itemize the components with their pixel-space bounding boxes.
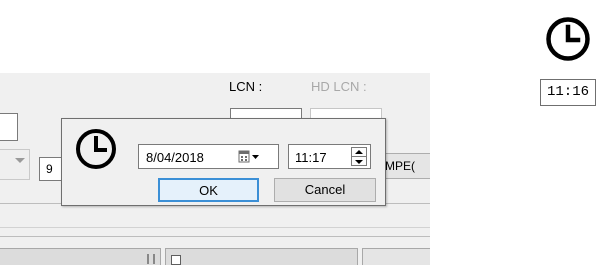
checkbox[interactable]: [171, 255, 181, 265]
sample-time-field[interactable]: 11:16: [540, 79, 596, 106]
date-value: 8/04/2018: [146, 150, 204, 165]
background-field-value: 9: [46, 162, 53, 176]
cancel-button[interactable]: Cancel: [274, 178, 376, 202]
spin-down-button[interactable]: [352, 157, 366, 166]
background-cell[interactable]: [362, 248, 430, 265]
time-value: 11:17: [295, 150, 327, 165]
background-field-partial[interactable]: 9: [39, 157, 63, 181]
spin-up-button[interactable]: [352, 148, 366, 157]
background-input-left[interactable]: [0, 113, 18, 141]
time-spinner[interactable]: 11:17: [288, 144, 371, 169]
ok-button[interactable]: OK: [158, 178, 259, 202]
date-picker[interactable]: 8/04/2018: [138, 144, 279, 169]
date-time-popup: 8/04/2018 11:17 OK Cancel: [61, 118, 386, 206]
grip-icon: [147, 254, 155, 264]
mpeg-combo[interactable]: MPE(: [380, 153, 430, 179]
arrow-up-icon: [355, 150, 363, 154]
mpeg-value: MPE(: [385, 159, 415, 173]
background-cell[interactable]: [0, 248, 161, 265]
time-spin-buttons: [351, 147, 367, 166]
clock-icon: [546, 17, 590, 61]
clock-icon: [76, 129, 116, 169]
screenshot-stage: LCN : HD LCN : 9 MPE(8/04/2018 11:17 OK…: [0, 0, 609, 265]
hd-lcn-label: HD LCN :: [311, 79, 367, 94]
background-divider: [0, 227, 430, 228]
arrow-down-icon: [355, 159, 363, 164]
background-combo-left[interactable]: [0, 149, 30, 180]
clock-time-sample: 11:16: [540, 15, 596, 106]
lcn-label: LCN :: [229, 79, 263, 94]
chevron-down-icon: [15, 158, 25, 163]
background-divider: [0, 236, 430, 237]
background-cell[interactable]: [165, 248, 358, 265]
calendar-dropdown-icon[interactable]: [238, 150, 260, 164]
